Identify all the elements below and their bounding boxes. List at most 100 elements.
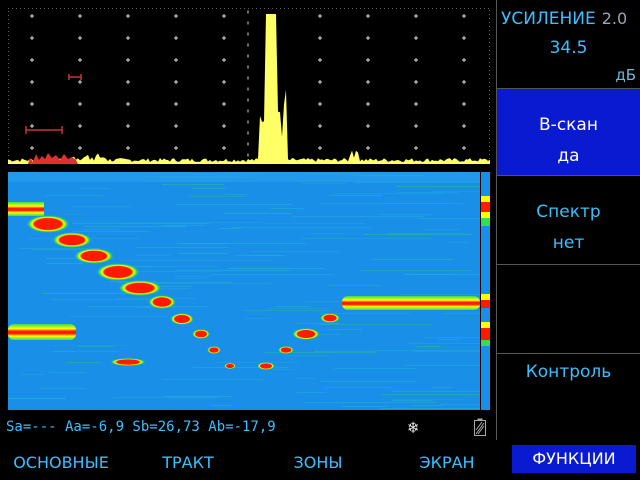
noise-streak [53, 345, 127, 346]
noise-streak [394, 399, 466, 400]
grid-cross [463, 102, 465, 106]
tab-zony[interactable]: ЗОНЫ [280, 452, 356, 474]
noise-streak [410, 405, 444, 406]
reflector-blob [148, 295, 176, 309]
tab-funktsii[interactable]: ФУНКЦИИ [512, 445, 636, 473]
noise-streak [164, 379, 263, 380]
noise-streak [406, 365, 480, 366]
grid-cross [79, 14, 81, 18]
noise-streak [244, 310, 330, 311]
reflector-blob [257, 362, 275, 370]
noise-streak [271, 208, 304, 209]
a-scan-display [8, 8, 490, 164]
battery-icon [474, 418, 486, 436]
noise-streak [32, 249, 83, 250]
noise-streak [67, 362, 101, 363]
grid-cross [31, 80, 33, 84]
reflector-blob [192, 329, 210, 339]
reflector-blob [224, 363, 236, 369]
tab-ekran[interactable]: ЭКРАН [402, 452, 492, 474]
gain-unit: дБ [615, 66, 636, 84]
grid-cross [31, 58, 33, 62]
noise-streak [440, 404, 480, 405]
noise-streak [135, 247, 229, 248]
bscan-menu-item[interactable]: B-скан да [497, 89, 640, 176]
noise-streak [334, 368, 417, 369]
grid-cross [415, 102, 417, 106]
bscan-label: B-скан [539, 115, 598, 135]
reflector-right [342, 296, 480, 310]
reflector-blob [170, 313, 194, 325]
grid-cross [127, 146, 129, 150]
noise-streak [62, 214, 84, 215]
noise-streak [220, 228, 241, 229]
noise-streak [127, 222, 262, 223]
noise-streak [363, 234, 472, 235]
grid-cross [319, 124, 321, 128]
reflector-blob [292, 328, 320, 340]
grid-cross [415, 146, 417, 150]
gain-title-line: УСИЛЕНИЕ 2.0 [501, 9, 627, 29]
noise-streak [297, 392, 326, 393]
grid-axis-tick [247, 43, 249, 47]
grid-cross [31, 124, 33, 128]
noise-streak [276, 306, 310, 307]
grid-cross [175, 14, 177, 18]
empty-menu-item[interactable] [497, 265, 640, 354]
grid-cross [415, 58, 417, 62]
noise-streak [228, 268, 324, 269]
noise-streak [21, 374, 45, 375]
snowflake-icon[interactable]: ❄ [408, 418, 418, 438]
noise-streak [291, 216, 424, 217]
noise-streak [78, 346, 114, 347]
noise-streak [162, 225, 206, 226]
grid-cross [223, 80, 225, 84]
reflector-blob [118, 280, 162, 296]
noise-streak [327, 285, 380, 286]
grid-cross [319, 146, 321, 150]
noise-streak [178, 253, 228, 254]
noise-streak [272, 369, 295, 370]
control-menu-item[interactable]: Контроль [497, 354, 640, 440]
grid-cross [223, 14, 225, 18]
grid-axis-tick [247, 54, 249, 58]
noise-streak [176, 204, 291, 205]
grid-cross [463, 146, 465, 150]
b-scan-top-band [8, 172, 480, 182]
noise-streak [177, 243, 306, 244]
grid-cross [175, 146, 177, 150]
noise-streak [215, 362, 299, 363]
noise-streak [113, 397, 220, 398]
noise-streak [438, 339, 459, 340]
noise-streak [388, 233, 465, 234]
noise-streak [223, 213, 292, 214]
grid-cross [367, 36, 369, 40]
noise-streak [433, 191, 480, 192]
grid-cross [367, 102, 369, 106]
grid-cross [175, 80, 177, 84]
noise-streak [192, 188, 226, 189]
grid-axis-tick [247, 21, 249, 25]
reflector-blob [26, 215, 70, 233]
grid-cross [175, 124, 177, 128]
noise-streak [136, 255, 171, 256]
noise-streak [321, 381, 417, 382]
grid-cross [223, 58, 225, 62]
gain-panel[interactable]: УСИЛЕНИЕ 2.0 34.5 дБ [497, 0, 640, 89]
spectr-menu-item[interactable]: Спектр нет [497, 176, 640, 265]
noise-streak [447, 242, 469, 243]
grid-cross [127, 36, 129, 40]
noise-streak [237, 255, 284, 256]
noise-streak [319, 334, 341, 335]
noise-streak [88, 306, 209, 307]
noise-streak [325, 387, 393, 388]
tab-osnovnye[interactable]: ОСНОВНЫЕ [6, 452, 116, 474]
noise-streak [382, 394, 480, 395]
grid-cross [127, 14, 129, 18]
grid-cross [79, 80, 81, 84]
noise-streak [162, 184, 224, 185]
tab-trakt[interactable]: ТРАКТ [146, 452, 230, 474]
grid-axis-tick [247, 10, 249, 14]
noise-streak [384, 203, 465, 204]
grid-cross [319, 58, 321, 62]
